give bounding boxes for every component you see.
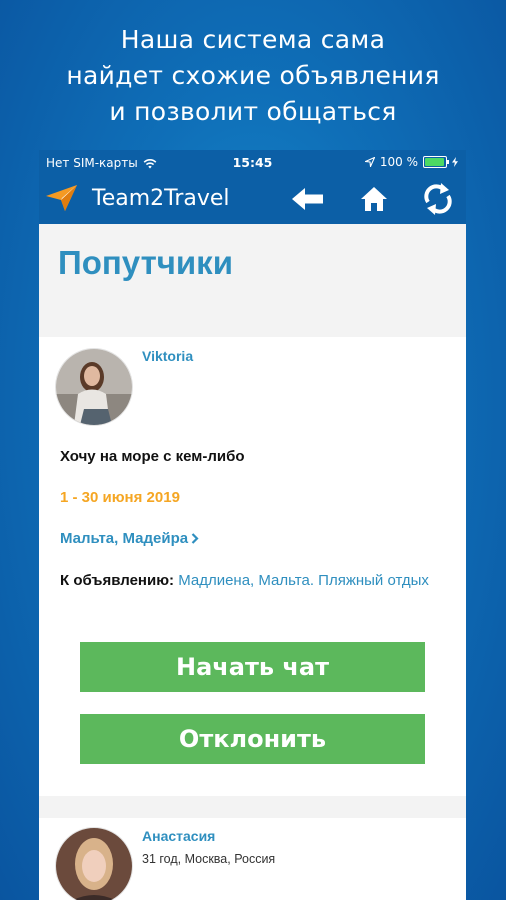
chevron-right-icon [191,533,199,544]
ad-title: Хочу на море с кем-либо [60,448,245,465]
home-icon [361,187,387,211]
user-name[interactable]: Анастасия [142,828,215,844]
card-separator [39,796,466,818]
status-bar: Нет SIM-карты 15:45 100 % [39,150,466,174]
phone-screen: Нет SIM-карты 15:45 100 % Team2Travel По… [39,150,466,900]
promo-line-1: Наша система сама [120,25,386,54]
battery-icon [423,156,449,168]
companion-card: Анастасия 31 год, Москва, Россия [39,818,466,900]
battery-percent: 100 % [379,155,418,169]
home-button[interactable] [357,182,391,216]
avatar-photo [56,349,132,425]
charging-icon [452,157,458,167]
user-name[interactable]: Viktoria [142,348,193,364]
refresh-icon [424,183,452,215]
decline-button[interactable]: Отклонить [80,714,425,764]
promo-line-3: и позволит общаться [109,97,397,126]
page-header: Попутчики [39,224,466,337]
paper-plane-icon [46,185,77,211]
promo-headline: Наша система сама найдет схожие объявлен… [0,22,506,130]
ad-reference-link[interactable]: Мадлиена, Мальта. Пляжный отдых [178,572,429,589]
ad-reference: К объявлению: Мадлиена, Мальта. Пляжный … [60,571,440,590]
promo-line-2: найдет схожие объявления [66,61,440,90]
companion-card: Viktoria Хочу на море с кем-либо 1 - 30 … [39,337,466,796]
location-arrow-icon [364,157,375,167]
page-title: Попутчики [58,244,233,281]
back-arrow-icon [292,188,323,210]
ad-places: Мальта, Мадейра [60,530,189,547]
avatar[interactable] [55,348,133,426]
avatar-photo [56,828,132,900]
ad-reference-label: К объявлению: [60,572,175,589]
avatar[interactable] [55,827,133,900]
ad-places-link[interactable]: Мальта, Мадейра [60,530,199,547]
user-meta: 31 год, Москва, Россия [142,852,276,866]
start-chat-button[interactable]: Начать чат [80,642,425,692]
app-title: Team2Travel [92,186,230,211]
refresh-button[interactable] [421,182,455,216]
nav-bar: Team2Travel [39,174,466,224]
back-button[interactable] [291,182,325,216]
ad-dates: 1 - 30 июня 2019 [60,489,180,506]
